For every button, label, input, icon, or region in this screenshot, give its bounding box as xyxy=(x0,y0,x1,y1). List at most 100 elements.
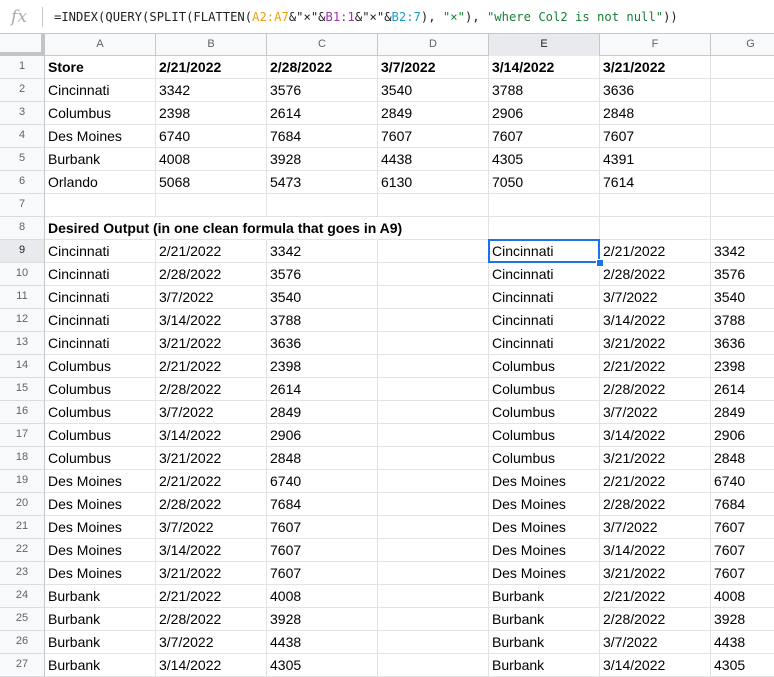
cell-c12[interactable]: 3788 xyxy=(267,309,378,332)
cell-a5[interactable]: Burbank xyxy=(45,148,156,171)
cell-g15[interactable]: 2614 xyxy=(711,378,774,401)
cell-b23[interactable]: 3/21/2022 xyxy=(156,562,267,585)
row-header-3[interactable]: 3 xyxy=(0,102,45,125)
row-header-19[interactable]: 19 xyxy=(0,470,45,493)
cell-d13[interactable] xyxy=(378,332,489,355)
cell-g23[interactable]: 7607 xyxy=(711,562,774,585)
cell-c6[interactable]: 5473 xyxy=(267,171,378,194)
cell-f12[interactable]: 3/14/2022 xyxy=(600,309,711,332)
cell-b2[interactable]: 3342 xyxy=(156,79,267,102)
cell-c26[interactable]: 4438 xyxy=(267,631,378,654)
cell-f20[interactable]: 2/28/2022 xyxy=(600,493,711,516)
cell-f13[interactable]: 3/21/2022 xyxy=(600,332,711,355)
cell-d6[interactable]: 6130 xyxy=(378,171,489,194)
row-header-15[interactable]: 15 xyxy=(0,378,45,401)
cell-c18[interactable]: 2848 xyxy=(267,447,378,470)
row-header-25[interactable]: 25 xyxy=(0,608,45,631)
cell-e5[interactable]: 4305 xyxy=(489,148,600,171)
cell-c22[interactable]: 7607 xyxy=(267,539,378,562)
cell-c4[interactable]: 7684 xyxy=(267,125,378,148)
cell-g27[interactable]: 4305 xyxy=(711,654,774,677)
cell-a27[interactable]: Burbank xyxy=(45,654,156,677)
cell-f25[interactable]: 2/28/2022 xyxy=(600,608,711,631)
cell-a21[interactable]: Des Moines xyxy=(45,516,156,539)
row-header-6[interactable]: 6 xyxy=(0,171,45,194)
cell-d5[interactable]: 4438 xyxy=(378,148,489,171)
cell-a1[interactable]: Store xyxy=(45,56,156,79)
cell-d16[interactable] xyxy=(378,401,489,424)
cell-a26[interactable]: Burbank xyxy=(45,631,156,654)
cell-a15[interactable]: Columbus xyxy=(45,378,156,401)
cell-c20[interactable]: 7684 xyxy=(267,493,378,516)
row-header-24[interactable]: 24 xyxy=(0,585,45,608)
cell-b10[interactable]: 2/28/2022 xyxy=(156,263,267,286)
cell-d17[interactable] xyxy=(378,424,489,447)
cell-f6[interactable]: 7614 xyxy=(600,171,711,194)
cell-c14[interactable]: 2398 xyxy=(267,355,378,378)
cell-b20[interactable]: 2/28/2022 xyxy=(156,493,267,516)
cell-d14[interactable] xyxy=(378,355,489,378)
column-header-f[interactable]: F xyxy=(600,34,711,56)
formula-input[interactable]: =INDEX(QUERY(SPLIT(FLATTEN(A2:A7&"×"&B1:… xyxy=(54,7,678,27)
cell-f7[interactable] xyxy=(600,194,711,217)
cell-g5[interactable] xyxy=(711,148,774,171)
cell-a12[interactable]: Cincinnati xyxy=(45,309,156,332)
cell-e3[interactable]: 2906 xyxy=(489,102,600,125)
cell-e24[interactable]: Burbank xyxy=(489,585,600,608)
cell-f8[interactable] xyxy=(600,217,711,240)
cell-b8[interactable] xyxy=(156,217,267,240)
cell-g1[interactable] xyxy=(711,56,774,79)
cell-f3[interactable]: 2848 xyxy=(600,102,711,125)
cell-b17[interactable]: 3/14/2022 xyxy=(156,424,267,447)
column-header-g[interactable]: G xyxy=(711,34,774,56)
cell-a7[interactable] xyxy=(45,194,156,217)
cell-c3[interactable]: 2614 xyxy=(267,102,378,125)
cell-a17[interactable]: Columbus xyxy=(45,424,156,447)
cell-d1[interactable]: 3/7/2022 xyxy=(378,56,489,79)
cell-c24[interactable]: 4008 xyxy=(267,585,378,608)
cell-b3[interactable]: 2398 xyxy=(156,102,267,125)
cell-b24[interactable]: 2/21/2022 xyxy=(156,585,267,608)
cell-e27[interactable]: Burbank xyxy=(489,654,600,677)
cell-a16[interactable]: Columbus xyxy=(45,401,156,424)
row-header-20[interactable]: 20 xyxy=(0,493,45,516)
cell-d2[interactable]: 3540 xyxy=(378,79,489,102)
cell-e13[interactable]: Cincinnati xyxy=(489,332,600,355)
select-all-corner[interactable] xyxy=(0,34,45,56)
row-header-5[interactable]: 5 xyxy=(0,148,45,171)
cell-g18[interactable]: 2848 xyxy=(711,447,774,470)
cell-d9[interactable] xyxy=(378,240,489,263)
cell-c19[interactable]: 6740 xyxy=(267,470,378,493)
cell-g20[interactable]: 7684 xyxy=(711,493,774,516)
cell-e23[interactable]: Des Moines xyxy=(489,562,600,585)
cell-d24[interactable] xyxy=(378,585,489,608)
cell-e26[interactable]: Burbank xyxy=(489,631,600,654)
cell-f2[interactable]: 3636 xyxy=(600,79,711,102)
cell-g25[interactable]: 3928 xyxy=(711,608,774,631)
cell-d12[interactable] xyxy=(378,309,489,332)
cell-c21[interactable]: 7607 xyxy=(267,516,378,539)
cell-e21[interactable]: Des Moines xyxy=(489,516,600,539)
cell-f9[interactable]: 2/21/2022 xyxy=(600,240,711,263)
cell-c15[interactable]: 2614 xyxy=(267,378,378,401)
cell-c7[interactable] xyxy=(267,194,378,217)
cell-e6[interactable]: 7050 xyxy=(489,171,600,194)
cell-f1[interactable]: 3/21/2022 xyxy=(600,56,711,79)
cell-f16[interactable]: 3/7/2022 xyxy=(600,401,711,424)
cell-e15[interactable]: Columbus xyxy=(489,378,600,401)
row-header-7[interactable]: 7 xyxy=(0,194,45,217)
cell-a19[interactable]: Des Moines xyxy=(45,470,156,493)
cell-a4[interactable]: Des Moines xyxy=(45,125,156,148)
cell-b5[interactable]: 4008 xyxy=(156,148,267,171)
fill-handle[interactable] xyxy=(596,259,604,267)
cell-c2[interactable]: 3576 xyxy=(267,79,378,102)
cell-a18[interactable]: Columbus xyxy=(45,447,156,470)
cell-d22[interactable] xyxy=(378,539,489,562)
cell-d4[interactable]: 7607 xyxy=(378,125,489,148)
row-header-4[interactable]: 4 xyxy=(0,125,45,148)
cell-d23[interactable] xyxy=(378,562,489,585)
cell-a9[interactable]: Cincinnati xyxy=(45,240,156,263)
cell-f4[interactable]: 7607 xyxy=(600,125,711,148)
cell-c8[interactable] xyxy=(267,217,378,240)
cell-b19[interactable]: 2/21/2022 xyxy=(156,470,267,493)
